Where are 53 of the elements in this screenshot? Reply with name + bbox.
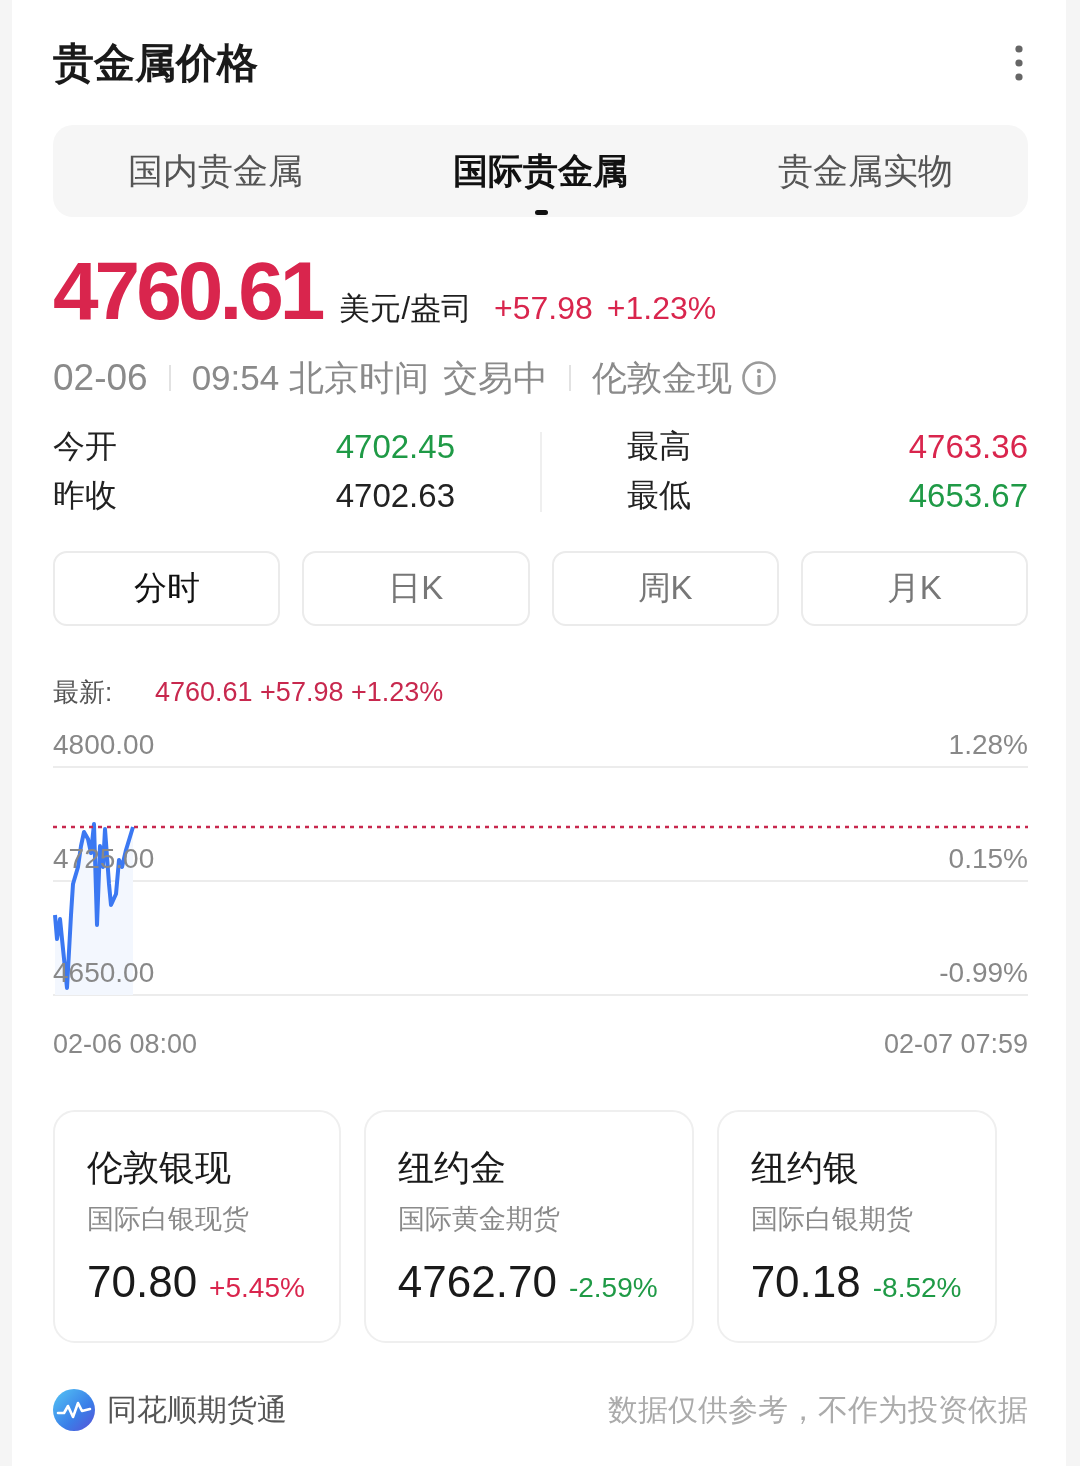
- percent-axis-label: 1.28%: [948, 729, 1028, 760]
- percent-axis-label: 0.15%: [948, 843, 1028, 874]
- market-price: 70.18: [750, 1256, 861, 1308]
- market-tab[interactable]: 贵金属实物: [703, 125, 1028, 217]
- stat-value: 4702.63: [335, 476, 455, 515]
- tab-indicator: [534, 210, 548, 215]
- market-description: 国际白银现货: [87, 1203, 250, 1236]
- market-tab[interactable]: 国内贵金属: [53, 125, 378, 217]
- quote-time: 09:54 北京时间: [191, 356, 429, 399]
- period-button[interactable]: 月K: [800, 551, 1028, 626]
- stat-value: 4702.45: [335, 427, 455, 466]
- market-card[interactable]: 伦敦银现 国际白银现货 70.80 +5.45%: [53, 1110, 341, 1343]
- stat-value: 4763.36: [908, 427, 1028, 466]
- market-price: 4762.70: [397, 1256, 557, 1308]
- period-button[interactable]: 分时: [53, 551, 281, 626]
- stat-label: 昨收: [53, 475, 117, 515]
- time-axis-label: 02-07 07:59: [883, 1029, 1028, 1059]
- price-axis-label: 4800.00: [53, 729, 155, 760]
- latest-label: 最新:: [53, 675, 114, 709]
- market-change: +5.45%: [209, 1272, 305, 1304]
- stat-label: 最高: [627, 426, 691, 466]
- info-icon[interactable]: [741, 361, 776, 395]
- brand-name: 同花顺期货通: [107, 1391, 287, 1428]
- trading-status: 交易中: [442, 356, 548, 399]
- market-name: 纽约金: [397, 1146, 507, 1190]
- market-card[interactable]: 纽约银 国际白银期货 70.18 -8.52%: [716, 1110, 998, 1343]
- period-button[interactable]: 日K: [302, 551, 530, 626]
- market-name: 纽约银: [750, 1146, 860, 1190]
- disclaimer-text: 数据仅供参考，不作为投资依据: [608, 1391, 1028, 1428]
- stat-label: 最低: [627, 475, 691, 515]
- page-title: 贵金属价格: [53, 38, 258, 88]
- market-description: 国际黄金期货: [397, 1203, 561, 1236]
- stat-value: 4653.67: [908, 476, 1028, 515]
- market-change: -8.52%: [872, 1272, 962, 1304]
- quote-date: 02-06: [53, 357, 148, 399]
- market-change: -2.59%: [568, 1272, 658, 1304]
- market-card[interactable]: 纽约金 国际黄金期货 4762.70 -2.59%: [363, 1110, 694, 1343]
- market-price: 70.80: [87, 1256, 198, 1308]
- time-axis-label: 02-06 08:00: [53, 1029, 198, 1059]
- market-description: 国际白银期货: [750, 1203, 914, 1236]
- current-price: 4760.61: [53, 249, 322, 333]
- percent-axis-label: -0.99%: [939, 957, 1028, 988]
- price-change-percent: +1.23%: [606, 290, 717, 327]
- market-name: 伦敦银现: [87, 1146, 232, 1190]
- market-name: 伦敦金现: [591, 356, 732, 399]
- price-unit: 美元/盎司: [339, 290, 473, 328]
- more-menu-icon[interactable]: [1015, 44, 1023, 81]
- app-logo-icon: [53, 1389, 95, 1431]
- price-change: +57.98: [494, 290, 593, 327]
- market-tab[interactable]: 国际贵金属: [378, 125, 703, 217]
- latest-quote: 4760.61 +57.98 +1.23%: [155, 676, 444, 708]
- period-button[interactable]: 周K: [551, 551, 779, 626]
- stat-label: 今开: [53, 426, 117, 466]
